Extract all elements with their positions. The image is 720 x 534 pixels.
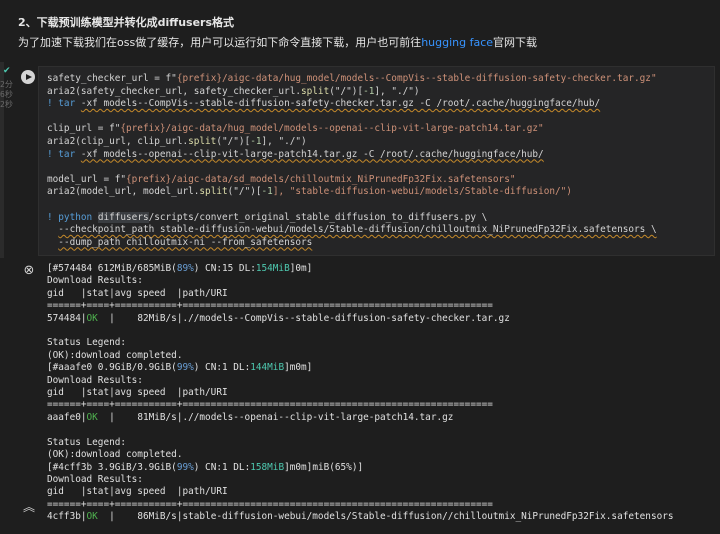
output-token: Download Results: xyxy=(47,275,143,287)
code-token: -1 xyxy=(261,186,273,198)
code-token: ], "stable-diffusion-webui/models/Stable… xyxy=(272,186,572,198)
code-token: ], "./") xyxy=(261,135,307,147)
output-token: | 86MiB/s|stable-diffusion-webui/models/… xyxy=(97,511,674,523)
hugging-face-link[interactable]: hugging face xyxy=(421,36,493,49)
section-heading: 2、下载预训练模型并转化成diffusers格式 xyxy=(18,16,235,29)
output-token: OK xyxy=(86,411,98,423)
code-token: aria2(clip_url, clip_url. xyxy=(47,135,189,147)
output-token: 99% xyxy=(176,461,194,473)
output-token: ======+====+===========+================… xyxy=(47,399,493,411)
execution-time-label: 2分 xyxy=(0,80,13,89)
code-token: /scripts/convert_original_stable_diffusi… xyxy=(148,211,488,223)
output-area: ⊗ ︽ [#574484 612MiB/685MiB(89%) CN:15 DL… xyxy=(0,258,720,534)
code-token: ("/")[ xyxy=(216,135,251,147)
code-cell: ✔ 2分 6秒 2秒 safety_checker_url = f"{prefi… xyxy=(0,62,720,258)
output-token: aaafe0| xyxy=(47,411,87,423)
output-token: 4cff3b| xyxy=(47,511,87,523)
output-token: 89% xyxy=(176,263,194,274)
code-token: {prefix} xyxy=(126,173,172,185)
code-token: /aigc-data/sd_models/chilloutmix_NiPrune… xyxy=(171,173,516,185)
code-token: -1 xyxy=(363,85,375,97)
output-token: ) CN:1 DL: xyxy=(193,461,251,473)
output-text: [#574484 612MiB/685MiB(89%) CN:15 DL:154… xyxy=(47,263,674,524)
code-token: /aigc-data/hug_model/models--openai--cli… xyxy=(165,123,544,135)
output-token: | 82MiB/s|.//models--CompVis--stable-dif… xyxy=(97,312,510,324)
code-token: -1 xyxy=(250,135,262,147)
output-token: 144MiB xyxy=(250,362,285,374)
code-token: {prefix} xyxy=(120,123,166,135)
output-token: 158MiB xyxy=(250,461,285,473)
output-token: [#aaafe0 0.9GiB/0.9GiB( xyxy=(47,362,177,374)
code-editor[interactable]: safety_checker_url = f"{prefix}/aigc-dat… xyxy=(38,66,715,256)
output-token: Download Results: xyxy=(47,374,143,386)
output-token: ]0m] xyxy=(289,263,313,274)
description-text: 为了加速下载我们在oss做了缓存，用户可以运行如下命令直接下载，用户也可前往 xyxy=(18,36,422,49)
execution-time: 2分 6秒 2秒 xyxy=(0,80,14,110)
code-token: diffusers xyxy=(97,211,149,223)
code-token: split xyxy=(199,186,228,198)
code-token: split xyxy=(188,135,217,147)
code-token: clip_url = f" xyxy=(47,123,121,135)
code-token: model_url = f" xyxy=(47,173,127,185)
output-token: [#574484 612MiB/685MiB( xyxy=(47,263,177,274)
output-token: [#4cff3b 3.9GiB/3.9GiB( xyxy=(47,461,177,473)
run-cell-button[interactable] xyxy=(21,70,35,84)
output-token: gid |stat|avg speed |path/URI xyxy=(47,287,228,299)
output-token: OK xyxy=(86,511,98,523)
output-token: ) CN:1 DL: xyxy=(193,362,251,374)
section-description: 为了加速下载我们在oss做了缓存，用户可以运行如下命令直接下载，用户也可前往hu… xyxy=(18,34,537,50)
code-token: --dump_path chilloutmix-ni --from_safete… xyxy=(58,236,313,248)
code-token: -xf models--openai--clip-vit-large-patch… xyxy=(80,148,544,160)
output-token: | 81MiB/s|.//models--openai--clip-vit-la… xyxy=(97,411,454,423)
execution-time-label: 6秒 xyxy=(0,90,13,99)
code-text[interactable]: safety_checker_url = f"{prefix}/aigc-dat… xyxy=(47,73,657,249)
output-token: 99% xyxy=(176,362,194,374)
output-token: gid |stat|avg speed |path/URI xyxy=(47,387,228,399)
output-token: Status Legend: xyxy=(47,436,127,448)
output-token: ]m0m] xyxy=(284,362,313,374)
code-token: ("/")[ xyxy=(329,85,364,97)
output-token: ]m0m]miB(65%)] xyxy=(284,461,364,473)
code-token: aria2(safety_checker_url, safety_checker… xyxy=(47,85,301,97)
output-token: 154MiB xyxy=(255,263,290,274)
check-circle-icon: ✔ xyxy=(3,66,11,76)
code-token: -xf models--CompVis--stable-diffusion-sa… xyxy=(80,98,601,110)
output-token: Status Legend: xyxy=(47,337,127,349)
code-token: split xyxy=(301,85,330,97)
code-token: {prefix} xyxy=(176,73,222,84)
output-token: ======+====+===========+================… xyxy=(47,498,493,510)
code-token: ! python xyxy=(47,211,98,223)
output-token: gid |stat|avg speed |path/URI xyxy=(47,486,228,498)
output-token: OK xyxy=(86,312,98,324)
code-token: ("/")[ xyxy=(227,186,262,198)
code-token: ], "./") xyxy=(374,85,420,97)
output-token: 574484| xyxy=(47,312,87,324)
execution-time-label: 2秒 xyxy=(0,100,13,109)
output-token: ) CN:15 DL: xyxy=(193,263,256,274)
output-token: Download Results: xyxy=(47,473,143,485)
output-token: ======+====+===========+================… xyxy=(47,300,493,312)
code-token: ! tar xyxy=(47,98,81,110)
output-token: (OK):download completed. xyxy=(47,449,183,461)
code-token: aria2(model_url, model_url. xyxy=(47,186,200,198)
code-token: --checkpoint_path stable-diffusion-webui… xyxy=(58,224,657,236)
clear-output-icon[interactable]: ⊗ xyxy=(22,264,36,278)
code-token: safety_checker_url = f" xyxy=(47,73,177,84)
output-token: (OK):download completed. xyxy=(47,349,183,361)
code-token: /aigc-data/hug_model/models--CompVis--st… xyxy=(221,73,657,84)
markdown-cell: 2、下载预训练模型并转化成diffusers格式 为了加速下载我们在oss做了缓… xyxy=(0,0,720,62)
code-token: ! tar xyxy=(47,148,81,160)
description-suffix: 官网下载 xyxy=(493,36,538,49)
collapse-output-icon[interactable]: ︽ xyxy=(22,500,36,514)
